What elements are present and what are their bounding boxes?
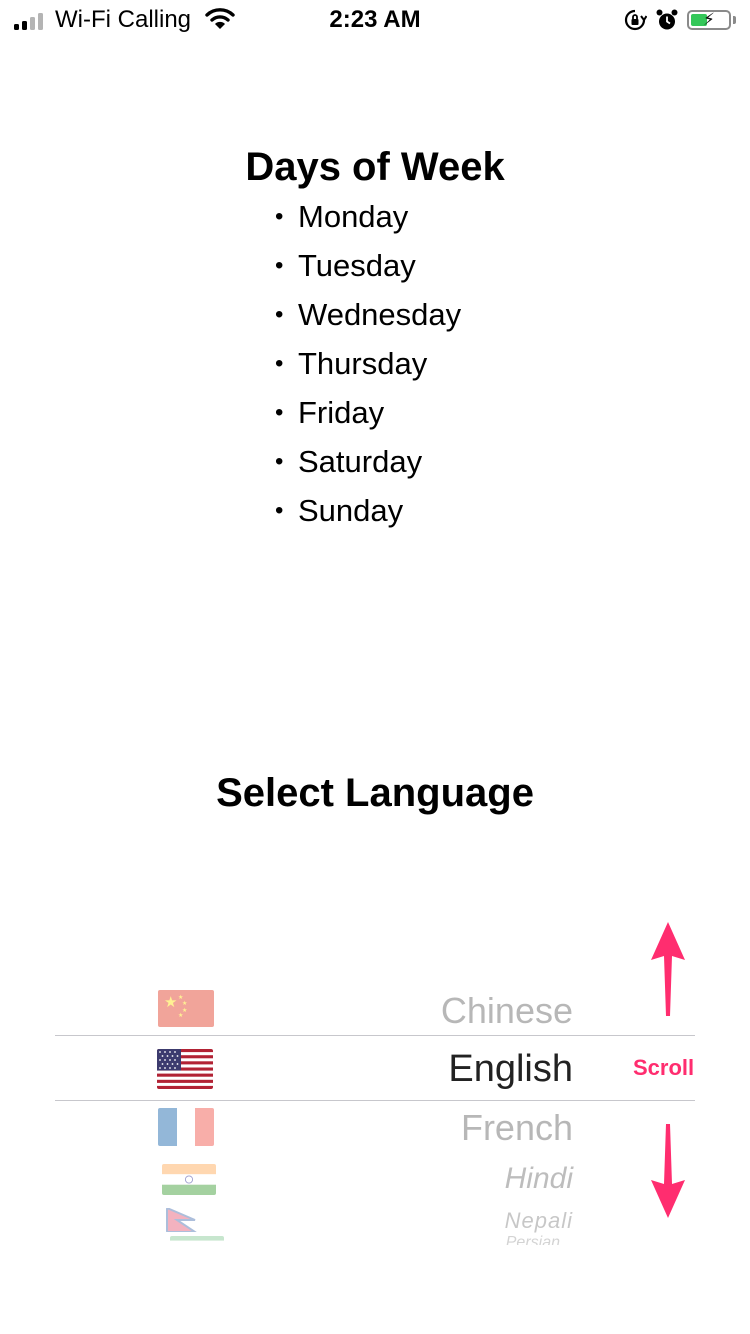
list-item: • Monday xyxy=(275,199,409,234)
picker-option-label: Nepali xyxy=(504,1208,573,1233)
list-item: • Tuesday xyxy=(275,248,416,283)
picker-option-label: English xyxy=(448,1048,573,1090)
list-item: • Friday xyxy=(275,395,385,430)
day-label: Tuesday xyxy=(298,248,416,283)
day-label: Friday xyxy=(298,395,385,430)
picker-option-chinese[interactable]: ★ ★ ★ ★ ★ Chinese xyxy=(55,985,695,1035)
scroll-label: Scroll xyxy=(633,1055,695,1080)
orientation-lock-icon xyxy=(624,9,647,31)
picker-option-label: Persian xyxy=(505,1234,560,1245)
picker-option-label: Chinese xyxy=(440,990,573,1031)
usa-flag-icon xyxy=(157,1049,213,1089)
list-item: • Saturday xyxy=(275,444,423,479)
day-label: Sunday xyxy=(298,493,404,528)
days-list: • Monday • Tuesday • Wednesday • Thursday • F… xyxy=(275,196,461,539)
picker-option-label: French xyxy=(460,1107,573,1148)
language-picker[interactable]: ★ ★ ★ ★ ★ Chinese English French Hindi N… xyxy=(55,980,695,1245)
france-flag-icon xyxy=(158,1108,214,1146)
china-flag-icon: ★ ★ ★ ★ ★ xyxy=(158,990,214,1027)
india-flag-icon xyxy=(162,1164,216,1195)
picker-option-english[interactable]: English xyxy=(55,1042,695,1097)
battery-charging-icon: ⚡ xyxy=(687,10,731,30)
picker-option-persian[interactable]: Persian xyxy=(55,1234,695,1245)
day-label: Wednesday xyxy=(298,297,462,332)
select-language-title: Select Language xyxy=(216,771,534,815)
days-title: Days of Week xyxy=(245,145,505,189)
day-label: Monday xyxy=(298,199,409,234)
picker-option-nepali[interactable]: Nepali xyxy=(55,1206,695,1234)
svg-text:★: ★ xyxy=(178,994,183,1001)
picker-option-hindi[interactable]: Hindi xyxy=(55,1160,695,1200)
picker-option-french[interactable]: French xyxy=(55,1105,695,1155)
day-label: Saturday xyxy=(298,444,423,479)
alarm-icon xyxy=(656,9,678,30)
svg-text:★: ★ xyxy=(178,1012,183,1019)
nepal-flag-icon xyxy=(166,1208,197,1232)
list-item: • Sunday xyxy=(275,493,404,528)
selection-indicator-top xyxy=(55,1035,695,1036)
day-label: Thursday xyxy=(298,346,428,381)
iran-flag-icon xyxy=(170,1236,224,1245)
svg-text:★: ★ xyxy=(164,994,177,1011)
list-item: • Thursday xyxy=(275,346,428,381)
picker-option-label: Hindi xyxy=(504,1162,573,1195)
arrow-down-icon xyxy=(651,1124,685,1218)
svg-text:★: ★ xyxy=(182,1000,187,1007)
arrow-up-icon xyxy=(651,922,685,1016)
selection-indicator-bottom xyxy=(55,1100,695,1101)
status-bar: Wi-Fi Calling 2:23 AM ⚡ xyxy=(0,0,750,42)
list-item: • Wednesday xyxy=(275,297,462,332)
